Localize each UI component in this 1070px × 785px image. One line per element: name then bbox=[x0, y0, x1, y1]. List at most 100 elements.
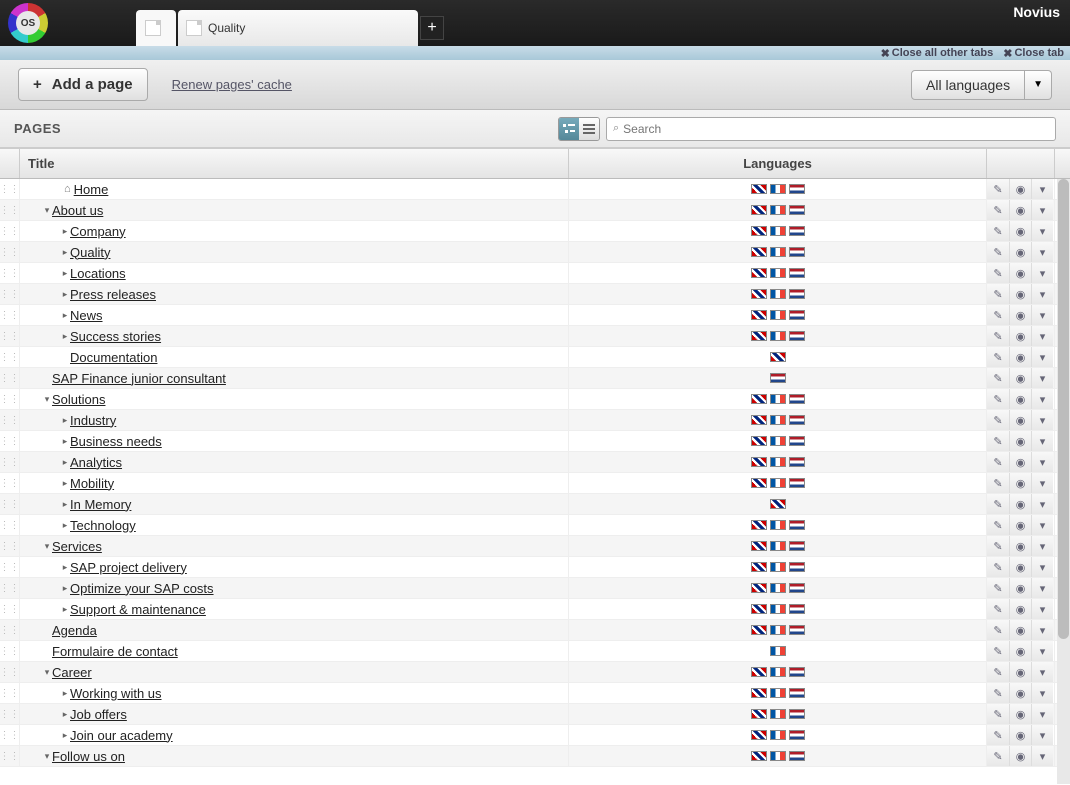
expand-icon[interactable]: ▸ bbox=[60, 730, 70, 741]
expand-icon[interactable]: ▸ bbox=[60, 457, 70, 468]
flag-nl-icon[interactable] bbox=[789, 541, 805, 551]
flag-nl-icon[interactable] bbox=[789, 709, 805, 719]
drag-handle[interactable]: ⋮⋮ bbox=[0, 200, 20, 220]
page-link[interactable]: About us bbox=[52, 203, 103, 218]
page-link[interactable]: Optimize your SAP costs bbox=[70, 581, 214, 596]
edit-button[interactable]: ✎ bbox=[987, 725, 1009, 745]
language-selector-dropdown[interactable]: ▼ bbox=[1025, 70, 1052, 100]
flag-en-icon[interactable] bbox=[751, 205, 767, 215]
drag-handle[interactable]: ⋮⋮ bbox=[0, 431, 20, 451]
expand-icon[interactable]: ▸ bbox=[60, 226, 70, 237]
flag-fr-icon[interactable] bbox=[770, 709, 786, 719]
visibility-button[interactable]: ◉ bbox=[1009, 557, 1031, 577]
edit-button[interactable]: ✎ bbox=[987, 410, 1009, 430]
language-selector-button[interactable]: All languages bbox=[911, 70, 1025, 100]
page-link[interactable]: Mobility bbox=[70, 476, 114, 491]
drag-handle[interactable]: ⋮⋮ bbox=[0, 452, 20, 472]
expand-icon[interactable]: ▸ bbox=[60, 583, 70, 594]
drag-handle[interactable]: ⋮⋮ bbox=[0, 389, 20, 409]
edit-button[interactable]: ✎ bbox=[987, 599, 1009, 619]
edit-button[interactable]: ✎ bbox=[987, 431, 1009, 451]
page-link[interactable]: Support & maintenance bbox=[70, 602, 206, 617]
page-link[interactable]: SAP project delivery bbox=[70, 560, 187, 575]
drag-handle[interactable]: ⋮⋮ bbox=[0, 347, 20, 367]
drag-handle[interactable]: ⋮⋮ bbox=[0, 263, 20, 283]
flag-en-icon[interactable] bbox=[751, 562, 767, 572]
edit-button[interactable]: ✎ bbox=[987, 683, 1009, 703]
visibility-button[interactable]: ◉ bbox=[1009, 389, 1031, 409]
flag-en-icon[interactable] bbox=[751, 520, 767, 530]
visibility-button[interactable]: ◉ bbox=[1009, 179, 1031, 199]
drag-handle[interactable]: ⋮⋮ bbox=[0, 536, 20, 556]
more-button[interactable]: ▾ bbox=[1031, 284, 1053, 304]
more-button[interactable]: ▾ bbox=[1031, 683, 1053, 703]
search-box[interactable]: ⌕ bbox=[606, 117, 1056, 141]
flag-nl-icon[interactable] bbox=[789, 457, 805, 467]
flag-en-icon[interactable] bbox=[751, 478, 767, 488]
flag-en-icon[interactable] bbox=[751, 184, 767, 194]
drag-handle[interactable]: ⋮⋮ bbox=[0, 725, 20, 745]
more-button[interactable]: ▾ bbox=[1031, 263, 1053, 283]
visibility-button[interactable]: ◉ bbox=[1009, 305, 1031, 325]
column-languages[interactable]: Languages bbox=[569, 149, 987, 178]
visibility-button[interactable]: ◉ bbox=[1009, 515, 1031, 535]
edit-button[interactable]: ✎ bbox=[987, 263, 1009, 283]
flag-fr-icon[interactable] bbox=[770, 730, 786, 740]
visibility-button[interactable]: ◉ bbox=[1009, 452, 1031, 472]
expand-icon[interactable]: ▸ bbox=[60, 688, 70, 699]
flag-en-icon[interactable] bbox=[751, 583, 767, 593]
flag-nl-icon[interactable] bbox=[789, 625, 805, 635]
expand-icon[interactable]: ▸ bbox=[60, 709, 70, 720]
page-link[interactable]: Press releases bbox=[70, 287, 156, 302]
page-link[interactable]: Business needs bbox=[70, 434, 162, 449]
expand-icon[interactable]: ▸ bbox=[60, 268, 70, 279]
tab-home[interactable] bbox=[136, 10, 176, 46]
scroll-thumb[interactable] bbox=[1058, 179, 1069, 639]
visibility-button[interactable]: ◉ bbox=[1009, 410, 1031, 430]
expand-icon[interactable]: ▸ bbox=[60, 562, 70, 573]
flag-fr-icon[interactable] bbox=[770, 583, 786, 593]
flag-fr-icon[interactable] bbox=[770, 394, 786, 404]
visibility-button[interactable]: ◉ bbox=[1009, 200, 1031, 220]
renew-cache-link[interactable]: Renew pages' cache bbox=[172, 77, 292, 92]
more-button[interactable]: ▾ bbox=[1031, 662, 1053, 682]
edit-button[interactable]: ✎ bbox=[987, 620, 1009, 640]
visibility-button[interactable]: ◉ bbox=[1009, 746, 1031, 766]
drag-handle[interactable]: ⋮⋮ bbox=[0, 662, 20, 682]
expand-icon[interactable]: ▸ bbox=[60, 499, 70, 510]
expand-icon[interactable]: ▸ bbox=[60, 415, 70, 426]
more-button[interactable]: ▾ bbox=[1031, 347, 1053, 367]
visibility-button[interactable]: ◉ bbox=[1009, 284, 1031, 304]
flag-fr-icon[interactable] bbox=[770, 247, 786, 257]
more-button[interactable]: ▾ bbox=[1031, 473, 1053, 493]
edit-button[interactable]: ✎ bbox=[987, 452, 1009, 472]
drag-handle[interactable]: ⋮⋮ bbox=[0, 746, 20, 766]
page-link[interactable]: Working with us bbox=[70, 686, 162, 701]
visibility-button[interactable]: ◉ bbox=[1009, 326, 1031, 346]
more-button[interactable]: ▾ bbox=[1031, 221, 1053, 241]
more-button[interactable]: ▾ bbox=[1031, 179, 1053, 199]
page-link[interactable]: News bbox=[70, 308, 103, 323]
flag-en-icon[interactable] bbox=[751, 625, 767, 635]
flag-fr-icon[interactable] bbox=[770, 184, 786, 194]
drag-handle[interactable]: ⋮⋮ bbox=[0, 242, 20, 262]
flag-fr-icon[interactable] bbox=[770, 562, 786, 572]
page-link[interactable]: Quality bbox=[70, 245, 110, 260]
drag-handle[interactable]: ⋮⋮ bbox=[0, 473, 20, 493]
drag-handle[interactable]: ⋮⋮ bbox=[0, 221, 20, 241]
flag-nl-icon[interactable] bbox=[789, 289, 805, 299]
flag-nl-icon[interactable] bbox=[789, 667, 805, 677]
flag-nl-icon[interactable] bbox=[789, 604, 805, 614]
view-tree-button[interactable] bbox=[559, 118, 579, 140]
flag-nl-icon[interactable] bbox=[789, 415, 805, 425]
flag-fr-icon[interactable] bbox=[770, 268, 786, 278]
flag-en-icon[interactable] bbox=[751, 289, 767, 299]
page-link[interactable]: Success stories bbox=[70, 329, 161, 344]
flag-nl-icon[interactable] bbox=[789, 730, 805, 740]
page-link[interactable]: Documentation bbox=[70, 350, 157, 365]
flag-en-icon[interactable] bbox=[751, 667, 767, 677]
flag-fr-icon[interactable] bbox=[770, 604, 786, 614]
edit-button[interactable]: ✎ bbox=[987, 368, 1009, 388]
more-button[interactable]: ▾ bbox=[1031, 242, 1053, 262]
page-link[interactable]: Solutions bbox=[52, 392, 105, 407]
